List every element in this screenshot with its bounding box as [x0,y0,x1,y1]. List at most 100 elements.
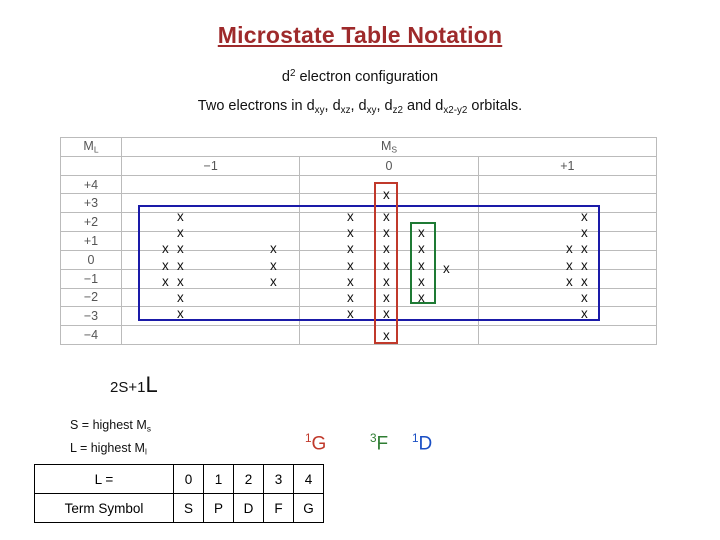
term-3f-letter: F [376,433,389,455]
microstate-x-mark: x [347,290,354,305]
microstate-x-mark: x [383,274,390,289]
ml-label-plus2: +2 [60,212,122,233]
term-notation-superscript: 2S+1 [110,379,146,396]
term-1g-letter: G [311,433,327,455]
term-table-row-header-symbol: Term Symbol [34,493,174,523]
microstate-x-mark: x [270,258,277,273]
term-symbol-2: D [233,493,264,523]
orbitals-part-6: , d [376,98,393,114]
orbitals-part-4: , d [350,98,367,114]
l-value-4: 4 [293,464,324,494]
orbitals-part-1: xy [314,104,325,116]
microstate-x-mark: x [383,209,390,224]
microstate-x-mark: x [383,306,390,321]
term-symbol-table: L = 0 1 2 3 4 Term Symbol S P D F G [34,464,324,523]
microstate-x-mark: x [581,306,588,321]
ms-col-minus1: −1 [120,155,301,176]
ml-subscript: L [93,144,99,155]
microstate-x-mark: x [347,306,354,321]
microstate-x-mark: x [177,290,184,305]
orbitals-part-9: x2-y2 [443,104,468,116]
grid-header-row: ML MS [60,137,657,157]
microstate-x-mark: x [581,290,588,305]
microstate-x-mark: x [418,241,425,256]
microstate-x-mark: x [581,274,588,289]
microstate-x-mark: x [177,241,184,256]
orbitals-part-7: z2 [392,104,403,116]
orbitals-part-10: orbitals. [467,98,523,114]
ml-label-plus4: +4 [60,174,122,195]
ms-symbol: M [380,139,392,154]
term-symbol-3: F [263,493,294,523]
cell-plus4-minus1 [120,174,301,195]
microstate-x-mark: x [566,274,573,289]
s-definition: S = highest Ms [70,418,151,433]
subtitle-config-rest: electron configuration [295,68,439,85]
microstate-x-mark: x [418,290,425,305]
microstate-x-mark: x [418,258,425,273]
microstate-x-mark: x [347,209,354,224]
grid-row-plus4: +4 [60,174,658,195]
subtitle-orbitals: Two electrons in dxy, dxz, dxy, dz2 and … [0,98,720,116]
ml-label-minus4: −4 [60,325,122,345]
subtitle-configuration: d2 electron configuration [0,68,720,85]
microstate-x-mark: x [162,258,169,273]
term-symbol-0: S [173,493,204,523]
term-1d-letter: D [418,433,433,455]
ml-label-plus3: +3 [60,193,122,214]
grid-row-minus4: −4 [60,325,658,345]
microstate-x-mark: x [383,290,390,305]
microstate-x-mark: x [566,258,573,273]
microstate-x-mark: x [418,225,425,240]
l-value-1: 1 [203,464,234,494]
microstate-x-mark: x [162,241,169,256]
term-label-1G: 1G [305,432,326,455]
ml-label-minus3: −3 [60,306,122,327]
ms-col-zero: 0 [299,155,479,176]
microstate-x-mark: x [383,187,390,202]
term-symbol-4: G [293,493,324,523]
blue-G-box [138,205,600,321]
microstate-x-mark: x [581,241,588,256]
ml-label-minus1: −1 [60,268,122,289]
term-symbol-1: P [203,493,234,523]
term-table-row-l: L = 0 1 2 3 4 [34,464,324,494]
s-definition-subscript: s [146,423,152,434]
microstate-x-mark: x [581,258,588,273]
microstate-x-mark: x [177,258,184,273]
orbitals-part-2: , d [324,98,341,114]
grid-ms-header: MS [121,137,657,157]
cell-minus4-plus1 [477,325,658,345]
microstate-x-mark: x [177,209,184,224]
orbitals-part-0: Two electrons in d [197,98,315,114]
term-label-1D: 1D [412,432,432,455]
microstate-x-mark: x [566,241,573,256]
l-value-3: 3 [263,464,294,494]
page-title-text: Microstate Table Notation [217,22,503,48]
term-symbol-notation: 2S+1L [110,372,158,398]
microstate-x-mark: x [347,225,354,240]
microstate-x-mark: x [418,274,425,289]
microstate-x-mark: x [347,258,354,273]
term-table-row-header-l: L = [34,464,174,494]
grid-ms-column-row: −1 0 +1 [60,155,658,176]
subtitle-config-d: d [281,68,290,85]
page-title: Microstate Table Notation [0,22,720,49]
microstate-x-mark: x [177,274,184,289]
l-value-0: 0 [173,464,204,494]
l-definition: L = highest Ml [70,441,147,456]
ms-col-plus1: +1 [477,155,658,176]
microstate-x-mark: x [270,241,277,256]
ml-label-minus2: −2 [60,287,122,308]
microstate-x-mark: x [270,274,277,289]
microstate-x-mark: x [177,225,184,240]
orbitals-part-5: xy [366,104,377,116]
empty-corner [60,155,122,176]
ml-symbol: M [83,139,94,154]
microstate-x-mark: x [162,274,169,289]
microstate-x-mark: x [383,225,390,240]
cell-minus4-minus1 [120,325,301,345]
microstate-x-mark: x [347,241,354,256]
l-definition-subscript: l [144,446,147,457]
term-notation-letter: L [145,372,158,397]
